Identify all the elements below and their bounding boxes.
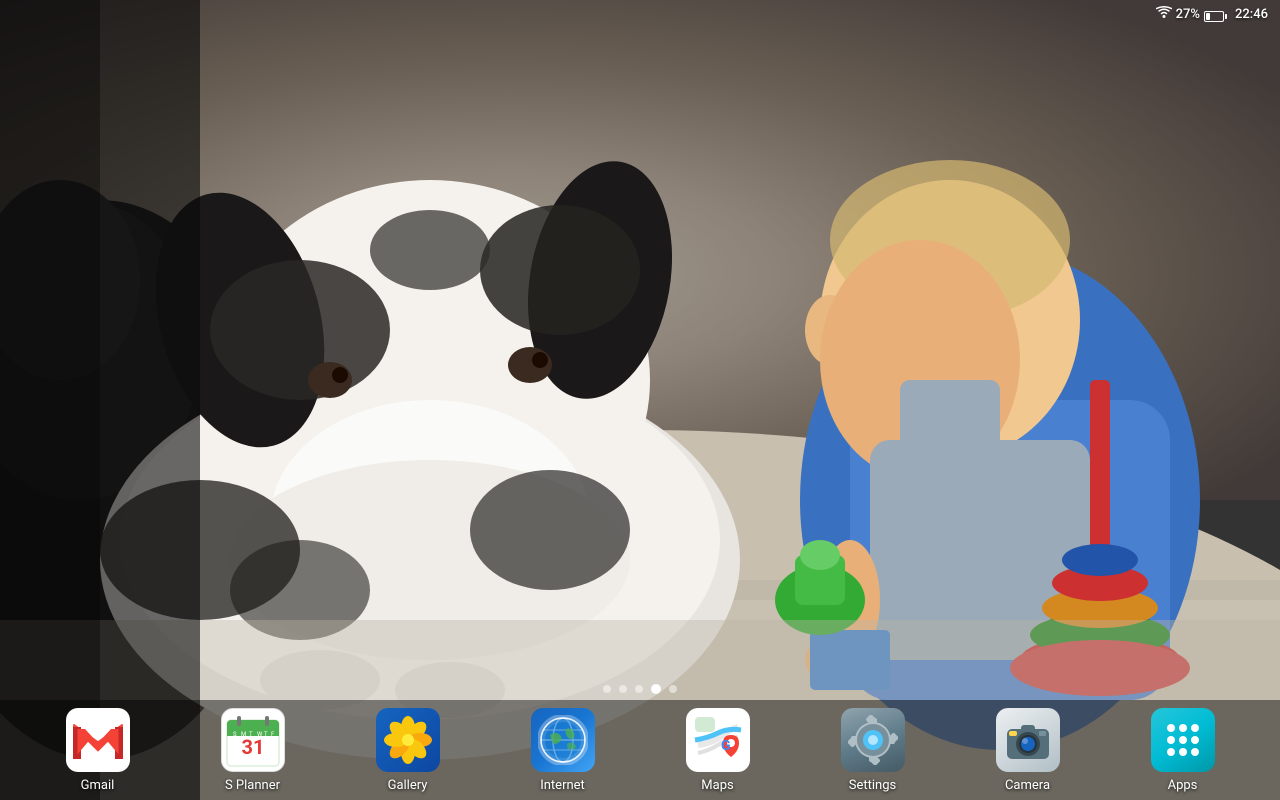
internet-icon: [531, 708, 595, 772]
app-settings[interactable]: Settings: [833, 708, 913, 793]
camera-label: Camera: [1005, 778, 1050, 793]
app-apps[interactable]: Apps: [1143, 708, 1223, 793]
nav-dot-4[interactable]: [651, 684, 661, 694]
settings-label: Settings: [849, 778, 896, 793]
splanner-icon: 31 S M T W T F: [221, 708, 285, 772]
app-gallery[interactable]: Gallery: [368, 708, 448, 793]
nav-dot-2[interactable]: [619, 685, 627, 693]
battery-icon: [1204, 5, 1227, 24]
gallery-label: Gallery: [388, 778, 428, 793]
dock: Gmail 31 S M T W T F: [0, 700, 1280, 800]
app-internet[interactable]: Internet: [523, 708, 603, 793]
svg-text:31: 31: [241, 735, 264, 759]
svg-text:T: T: [249, 731, 253, 738]
wifi-icon: [1156, 6, 1172, 22]
gallery-icon: [376, 708, 440, 772]
app-splanner[interactable]: 31 S M T W T F S Planner: [213, 708, 293, 793]
svg-text:M: M: [241, 731, 246, 738]
time-display: 22:46: [1235, 7, 1268, 22]
splanner-label: S Planner: [225, 778, 280, 793]
app-maps[interactable]: G Maps: [678, 708, 758, 793]
internet-label: Internet: [540, 778, 585, 793]
app-camera[interactable]: Camera: [988, 708, 1068, 793]
camera-icon: [996, 708, 1060, 772]
maps-label: Maps: [701, 778, 733, 793]
svg-text:G: G: [721, 738, 731, 754]
app-gmail[interactable]: Gmail: [58, 708, 138, 793]
nav-dot-5[interactable]: [669, 685, 677, 693]
settings-icon: [841, 708, 905, 772]
battery-percent: 27%: [1176, 7, 1200, 22]
maps-icon: G: [686, 708, 750, 772]
svg-text:T: T: [264, 731, 268, 738]
svg-text:W: W: [257, 731, 263, 738]
apps-label: Apps: [1168, 778, 1198, 793]
svg-text:S: S: [233, 731, 237, 738]
nav-dot-3[interactable]: [635, 685, 643, 693]
status-bar: 27% 22:46: [0, 0, 1280, 28]
gmail-icon: [66, 708, 130, 772]
gmail-label: Gmail: [81, 778, 115, 793]
nav-dot-1[interactable]: [603, 685, 611, 693]
status-icons: 27% 22:46: [1156, 5, 1268, 24]
apps-icon: [1151, 708, 1215, 772]
nav-dots: [603, 684, 677, 694]
